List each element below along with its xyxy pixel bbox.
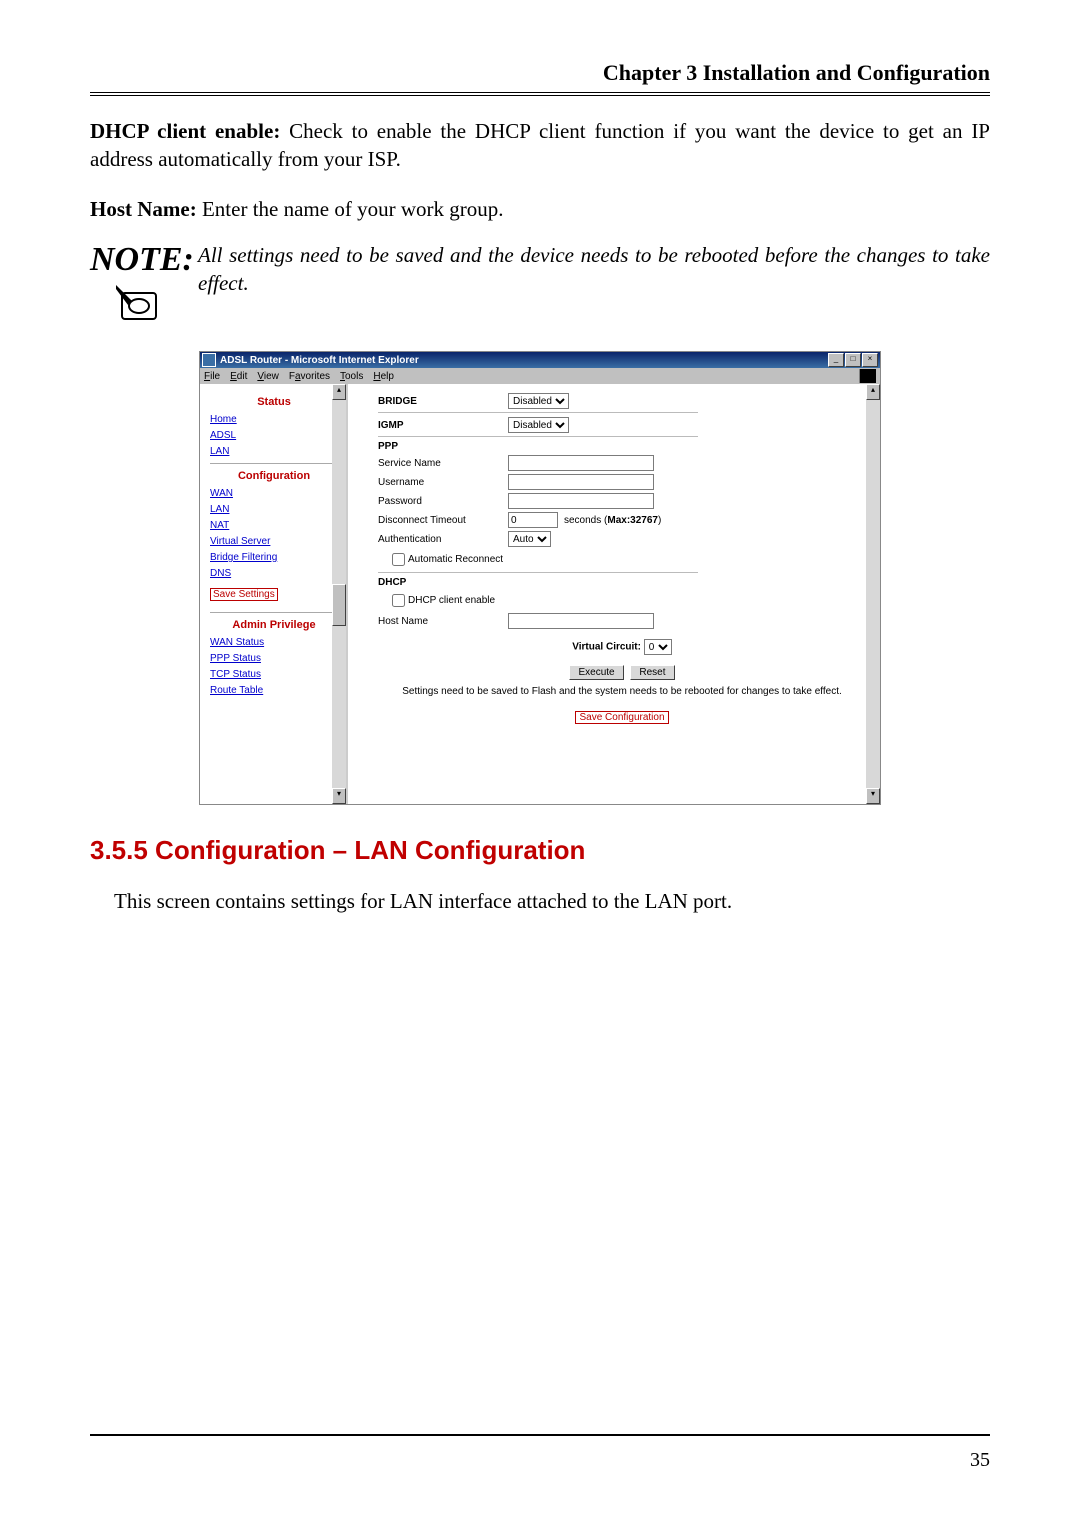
ie-logo-icon (859, 369, 876, 383)
menu-edit[interactable]: Edit (230, 371, 247, 382)
bridge-select[interactable]: Disabled (508, 393, 569, 409)
disconnect-input[interactable] (508, 512, 558, 528)
dhcp-client-label: DHCP client enable (408, 595, 495, 606)
scroll-up-icon[interactable]: ▴ (332, 384, 346, 400)
disconnect-label: Disconnect Timeout (378, 515, 508, 526)
menu-tools[interactable]: Tools (340, 371, 363, 382)
username-label: Username (378, 477, 508, 488)
section-heading: 3.5.5 Configuration – LAN Configuration (90, 835, 990, 866)
menu-view[interactable]: View (257, 371, 279, 382)
paragraph-dhcp: DHCP client enable: Check to enable the … (90, 117, 990, 174)
menubar: FFileile Edit View Favorites Tools Help (200, 368, 880, 384)
paragraph-hostname: Host Name: Enter the name of your work g… (90, 195, 990, 223)
sidebar-config-title: Configuration (210, 470, 338, 482)
vc-label: Virtual Circuit: (572, 642, 641, 653)
igmp-label: IGMP (378, 420, 508, 431)
browser-window: ADSL Router - Microsoft Internet Explore… (199, 351, 881, 805)
sidebar-link-virtual-server[interactable]: Virtual Server (210, 536, 338, 547)
sidebar-link-home[interactable]: Home (210, 414, 338, 425)
close-button[interactable]: × (862, 353, 878, 367)
reset-button[interactable]: Reset (630, 665, 674, 680)
igmp-select[interactable]: Disabled (508, 417, 569, 433)
sidebar-scrollbar[interactable]: ▴ ▾ (332, 384, 346, 804)
execute-button[interactable]: Execute (569, 665, 623, 680)
service-name-input[interactable] (508, 455, 654, 471)
service-name-label: Service Name (378, 458, 508, 469)
auto-reconnect-checkbox[interactable] (392, 553, 405, 566)
sidebar-link-wan-status[interactable]: WAN Status (210, 637, 338, 648)
main-scrollbar[interactable]: ▴ ▾ (866, 384, 880, 804)
scroll-thumb[interactable] (332, 584, 346, 626)
dhcp-label: DHCP client enable: (90, 119, 280, 143)
main-scroll-up-icon[interactable]: ▴ (866, 384, 880, 400)
sidebar-link-nat[interactable]: NAT (210, 520, 338, 531)
save-configuration-button[interactable]: Save Configuration (575, 711, 668, 724)
note-block: NOTE: All settings need to be saved and … (90, 241, 990, 331)
auth-select[interactable]: Auto (508, 531, 551, 547)
main-panel: BRIDGE Disabled IGMP Disabled PPP Servic… (348, 384, 880, 804)
sidebar-link-lan2[interactable]: LAN (210, 504, 338, 515)
sidebar-link-adsl[interactable]: ADSL (210, 430, 338, 441)
ie-app-icon (202, 353, 216, 367)
save-caption: Settings need to be saved to Flash and t… (378, 686, 866, 697)
auto-reconnect-label: Automatic Reconnect (408, 554, 503, 565)
vc-select[interactable]: 0 (644, 639, 672, 655)
password-input[interactable] (508, 493, 654, 509)
sidebar-link-bridge-filtering[interactable]: Bridge Filtering (210, 552, 338, 563)
hostname-field-label: Host Name (378, 616, 508, 627)
titlebar: ADSL Router - Microsoft Internet Explore… (200, 352, 880, 368)
username-input[interactable] (508, 474, 654, 490)
sidebar-link-lan[interactable]: LAN (210, 446, 338, 457)
dhcp-section-label: DHCP (378, 577, 508, 588)
bridge-label: BRIDGE (378, 396, 508, 407)
page-number: 35 (970, 1449, 990, 1472)
chapter-header: Chapter 3 Installation and Configuration (90, 60, 990, 96)
menu-favorites[interactable]: Favorites (289, 371, 330, 382)
window-title: ADSL Router - Microsoft Internet Explore… (220, 355, 827, 366)
menu-file[interactable]: FFileile (204, 371, 220, 382)
sidebar-status-title: Status (210, 396, 338, 408)
sidebar-admin-title: Admin Privilege (210, 619, 338, 631)
main-scroll-down-icon[interactable]: ▾ (866, 788, 880, 804)
section-body: This screen contains settings for LAN in… (114, 887, 990, 915)
sidebar-link-route-table[interactable]: Route Table (210, 685, 338, 696)
sidebar-link-ppp-status[interactable]: PPP Status (210, 653, 338, 664)
disconnect-suffix: seconds (Max:32767) (564, 515, 661, 526)
sidebar-link-wan[interactable]: WAN (210, 488, 338, 499)
password-label: Password (378, 496, 508, 507)
hostname-input[interactable] (508, 613, 654, 629)
note-icon: NOTE: (90, 241, 190, 331)
note-body: All settings need to be saved and the de… (198, 241, 990, 298)
hostname-label: Host Name: (90, 197, 197, 221)
pen-paper-icon (114, 279, 170, 327)
sidebar-link-dns[interactable]: DNS (210, 568, 338, 579)
dhcp-client-checkbox[interactable] (392, 594, 405, 607)
sidebar-save-settings[interactable]: Save Settings (210, 588, 278, 601)
scroll-down-icon[interactable]: ▾ (332, 788, 346, 804)
note-icon-text: NOTE: (90, 241, 194, 279)
sidebar-link-tcp-status[interactable]: TCP Status (210, 669, 338, 680)
maximize-button[interactable]: □ (845, 353, 861, 367)
sidebar: Status Home ADSL LAN Configuration WAN L… (200, 384, 348, 804)
menu-help[interactable]: Help (373, 371, 394, 382)
minimize-button[interactable]: _ (828, 353, 844, 367)
hostname-body: Enter the name of your work group. (197, 197, 504, 221)
footer-rule (90, 1434, 990, 1436)
ppp-label: PPP (378, 441, 508, 452)
auth-label: Authentication (378, 534, 508, 545)
